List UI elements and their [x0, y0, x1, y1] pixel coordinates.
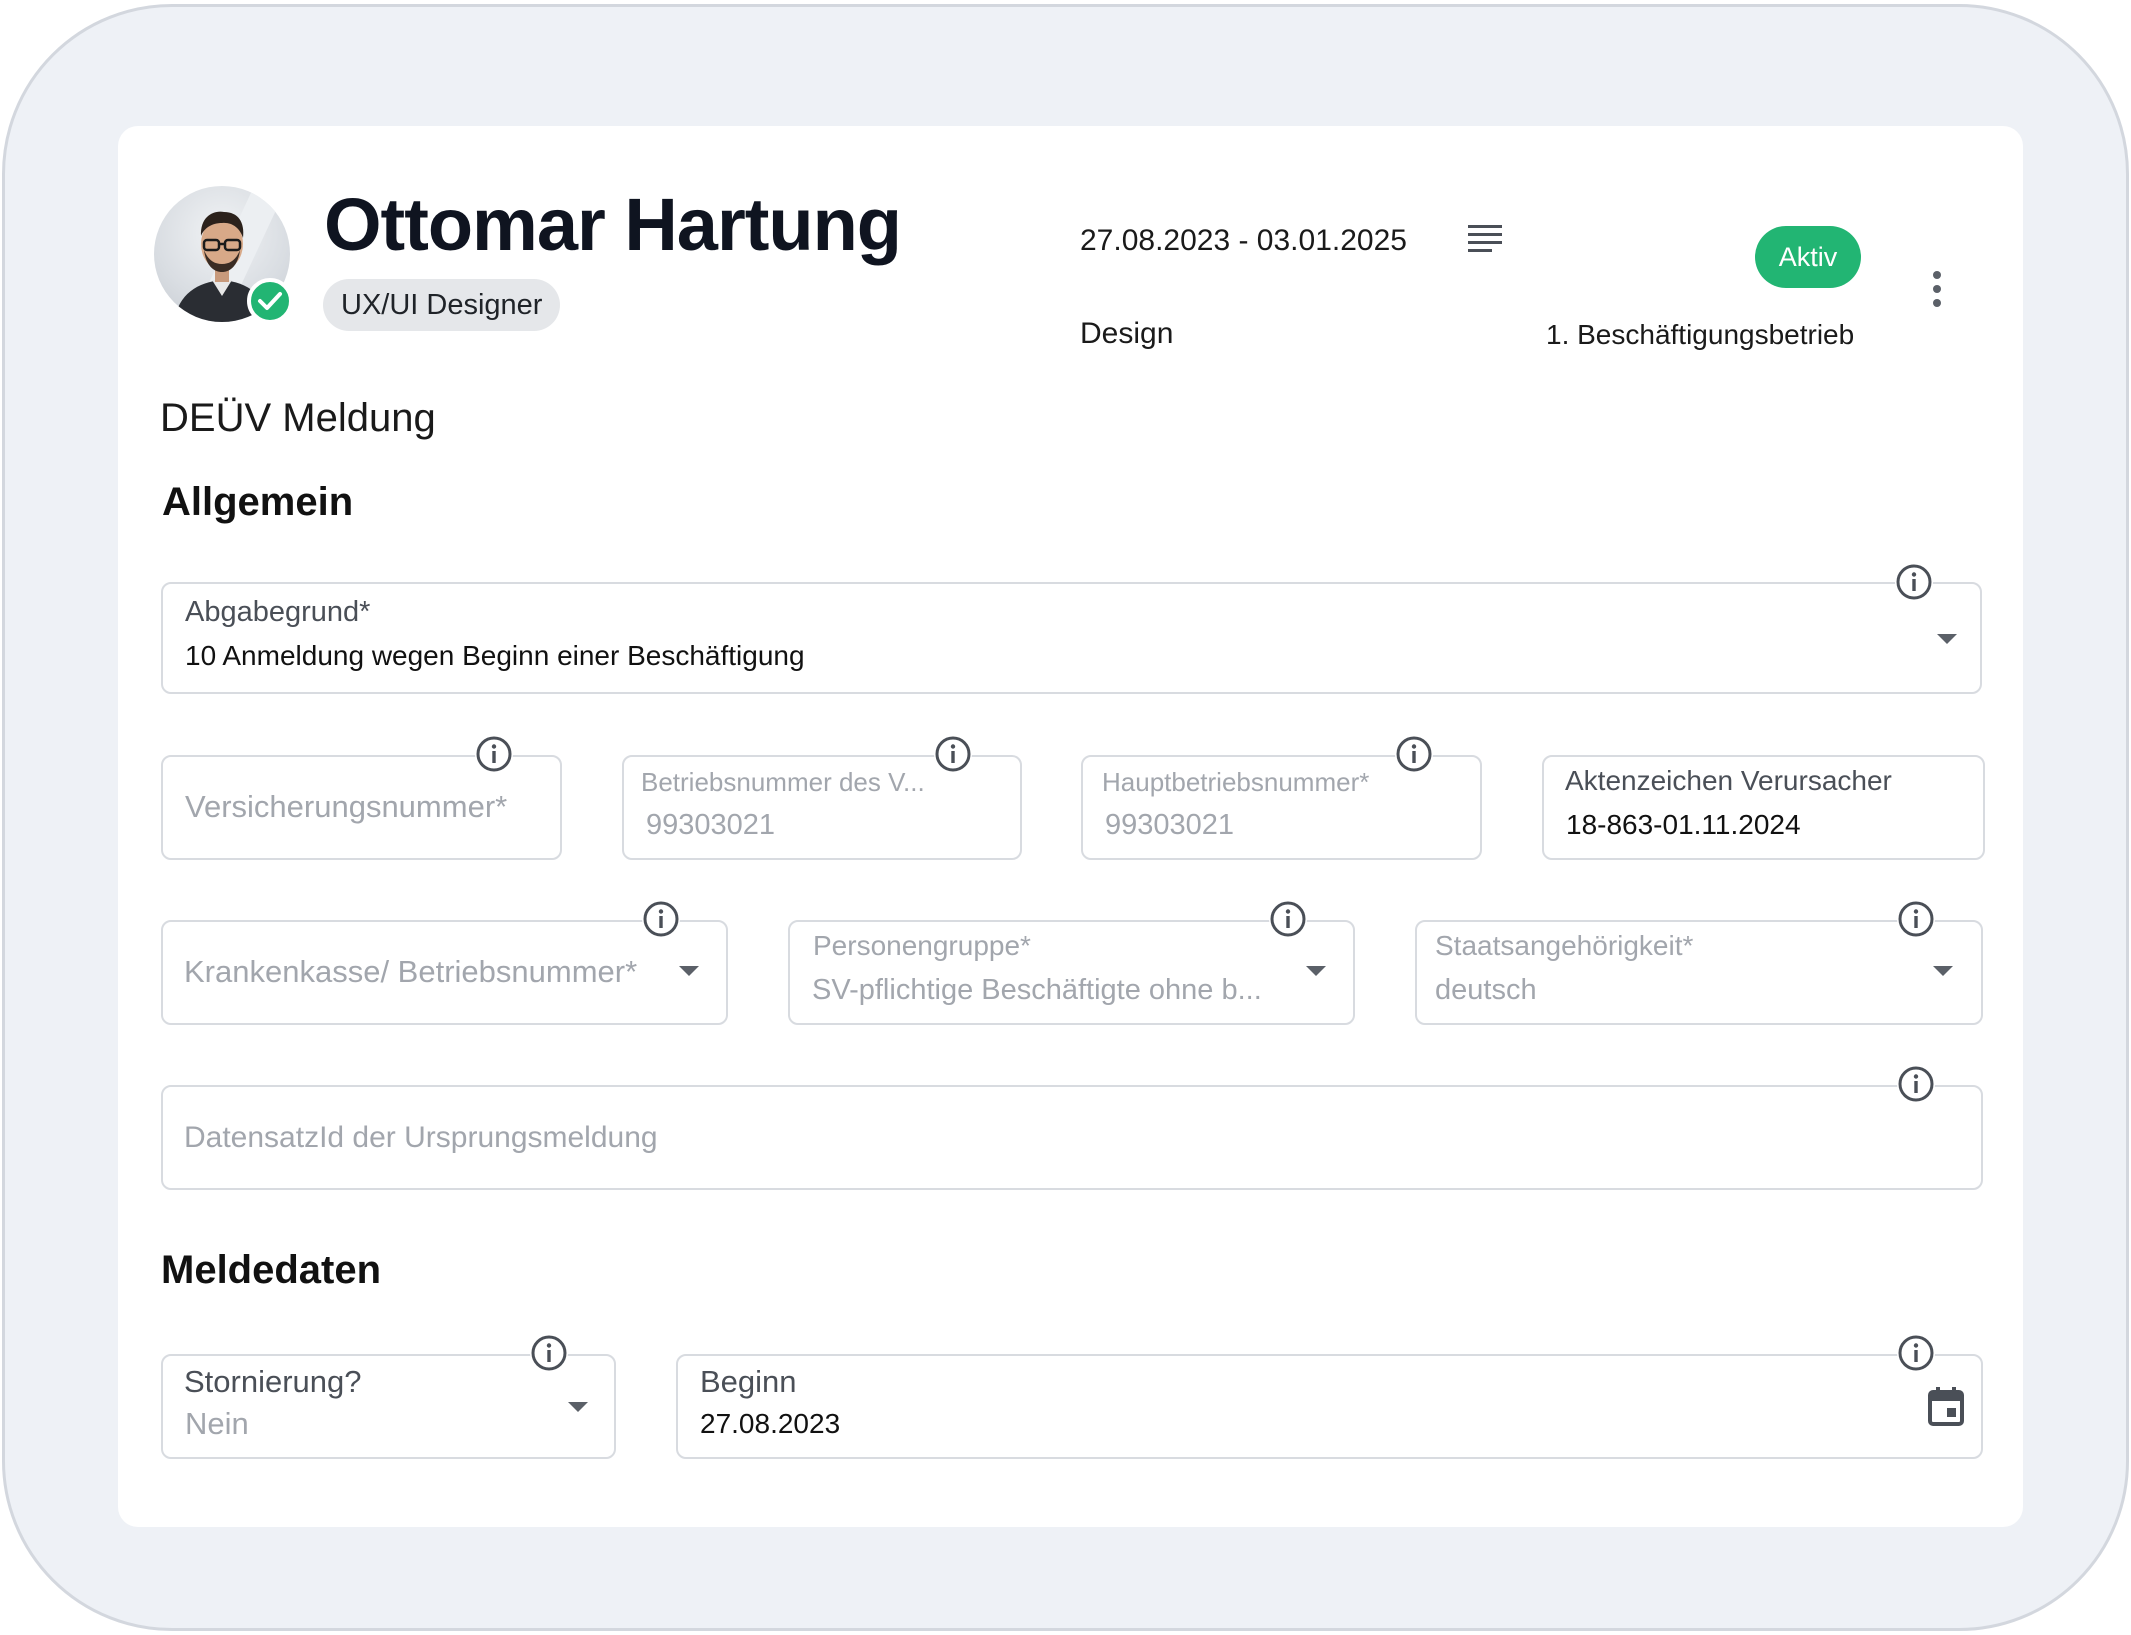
chevron-down-icon	[1933, 966, 1953, 976]
employer: 1. Beschäftigungsbetrieb	[1546, 319, 1855, 350]
betriebsnummer-label: Betriebsnummer des V...	[641, 767, 925, 797]
beginn-value: 27.08.2023	[700, 1408, 841, 1439]
calendar-icon[interactable]	[1928, 1386, 1964, 1426]
hauptbetriebsnummer-value: 99303021	[1105, 809, 1235, 841]
stornierung-value: Nein	[185, 1406, 249, 1441]
device-frame: Ottomar Hartung UX/UI Designer 27.08.202…	[2, 4, 2129, 1631]
section-title-meldedaten: Meldedaten	[161, 1248, 382, 1292]
employee-name: Ottomar Hartung	[324, 183, 902, 266]
beginn-date-field[interactable]: Beginn 27.08.2023	[676, 1354, 1983, 1459]
datensatzid-field[interactable]: DatensatzId der Ursprungsmeldung	[161, 1085, 1983, 1190]
chevron-down-icon	[568, 1402, 588, 1412]
verified-check-icon	[247, 278, 293, 324]
status-badge: Aktiv	[1755, 226, 1861, 288]
info-icon[interactable]	[1897, 1334, 1935, 1372]
page-title: DEÜV Meldung	[160, 396, 436, 440]
beginn-label: Beginn	[700, 1364, 797, 1399]
staatsangehoerigkeit-value: deutsch	[1435, 974, 1537, 1006]
info-icon[interactable]	[642, 900, 680, 938]
info-icon[interactable]	[530, 1334, 568, 1372]
employment-period: 27.08.2023 - 03.01.2025	[1080, 224, 1407, 257]
info-icon[interactable]	[1269, 900, 1307, 938]
aktenzeichen-label: Aktenzeichen Verursacher	[1565, 765, 1892, 796]
personengruppe-value: SV-pflichtige Beschäftigte ohne b...	[812, 974, 1262, 1006]
info-icon[interactable]	[934, 735, 972, 773]
abgabegrund-value: 10 Anmeldung wegen Beginn einer Beschäft…	[185, 640, 805, 671]
abgabegrund-select[interactable]: Abgabegrund* 10 Anmeldung wegen Beginn e…	[161, 582, 1982, 694]
stornierung-label: Stornierung?	[184, 1364, 362, 1399]
versicherungsnummer-placeholder: Versicherungsnummer*	[185, 789, 508, 824]
list-icon[interactable]	[1468, 223, 1504, 253]
chevron-down-icon	[1937, 634, 1957, 644]
info-icon[interactable]	[475, 735, 513, 773]
section-title-allgemein: Allgemein	[162, 480, 354, 524]
info-icon[interactable]	[1395, 735, 1433, 773]
more-vertical-icon[interactable]	[1932, 271, 1942, 307]
betriebsnummer-value: 99303021	[646, 809, 776, 841]
info-icon[interactable]	[1895, 563, 1933, 601]
aktenzeichen-value: 18-863-01.11.2024	[1566, 809, 1801, 840]
chevron-down-icon	[679, 966, 699, 976]
chevron-down-icon	[1306, 966, 1326, 976]
staatsangehoerigkeit-label: Staatsangehörigkeit*	[1435, 930, 1694, 961]
info-icon[interactable]	[1897, 900, 1935, 938]
datensatzid-placeholder: DatensatzId der Ursprungsmeldung	[184, 1121, 658, 1154]
department: Design	[1080, 317, 1174, 350]
krankenkasse-placeholder: Krankenkasse/ Betriebsnummer*	[184, 954, 638, 989]
aktenzeichen-field[interactable]: Aktenzeichen Verursacher 18-863-01.11.20…	[1542, 755, 1985, 860]
hauptbetriebsnummer-label: Hauptbetriebsnummer*	[1102, 767, 1370, 797]
employee-card: Ottomar Hartung UX/UI Designer 27.08.202…	[118, 126, 2023, 1527]
personengruppe-label: Personengruppe*	[813, 930, 1031, 961]
abgabegrund-label: Abgabegrund*	[185, 596, 371, 628]
info-icon[interactable]	[1897, 1065, 1935, 1103]
role-chip: UX/UI Designer	[323, 279, 561, 331]
